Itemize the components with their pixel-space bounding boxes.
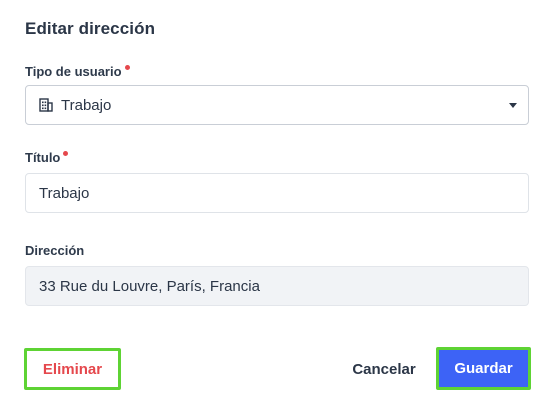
edit-address-dialog: Editar dirección Tipo de usuario Trabajo… — [0, 0, 554, 412]
address-label-text: Dirección — [25, 243, 85, 258]
required-indicator-icon — [63, 151, 69, 156]
title-field-label: Título — [25, 150, 69, 165]
address-field: 33 Rue du Louvre, París, Francia — [25, 266, 529, 306]
user-type-label-text: Tipo de usuario — [25, 64, 122, 79]
title-input[interactable]: Trabajo — [25, 173, 529, 213]
title-input-value: Trabajo — [39, 184, 90, 202]
save-button[interactable]: Guardar — [436, 347, 531, 390]
chevron-down-icon[interactable] — [509, 103, 517, 108]
user-type-label: Tipo de usuario — [25, 64, 130, 79]
delete-button[interactable]: Eliminar — [24, 348, 121, 390]
address-value: 33 Rue du Louvre, París, Francia — [39, 277, 260, 295]
dialog-title: Editar dirección — [25, 19, 156, 38]
required-indicator-icon — [124, 65, 130, 70]
title-field-label-text: Título — [25, 150, 61, 165]
user-type-value: Trabajo — [61, 96, 112, 114]
building-icon — [39, 98, 53, 112]
cancel-button[interactable]: Cancelar — [342, 350, 426, 388]
address-label: Dirección — [25, 243, 84, 258]
user-type-select[interactable]: Trabajo — [25, 85, 529, 125]
